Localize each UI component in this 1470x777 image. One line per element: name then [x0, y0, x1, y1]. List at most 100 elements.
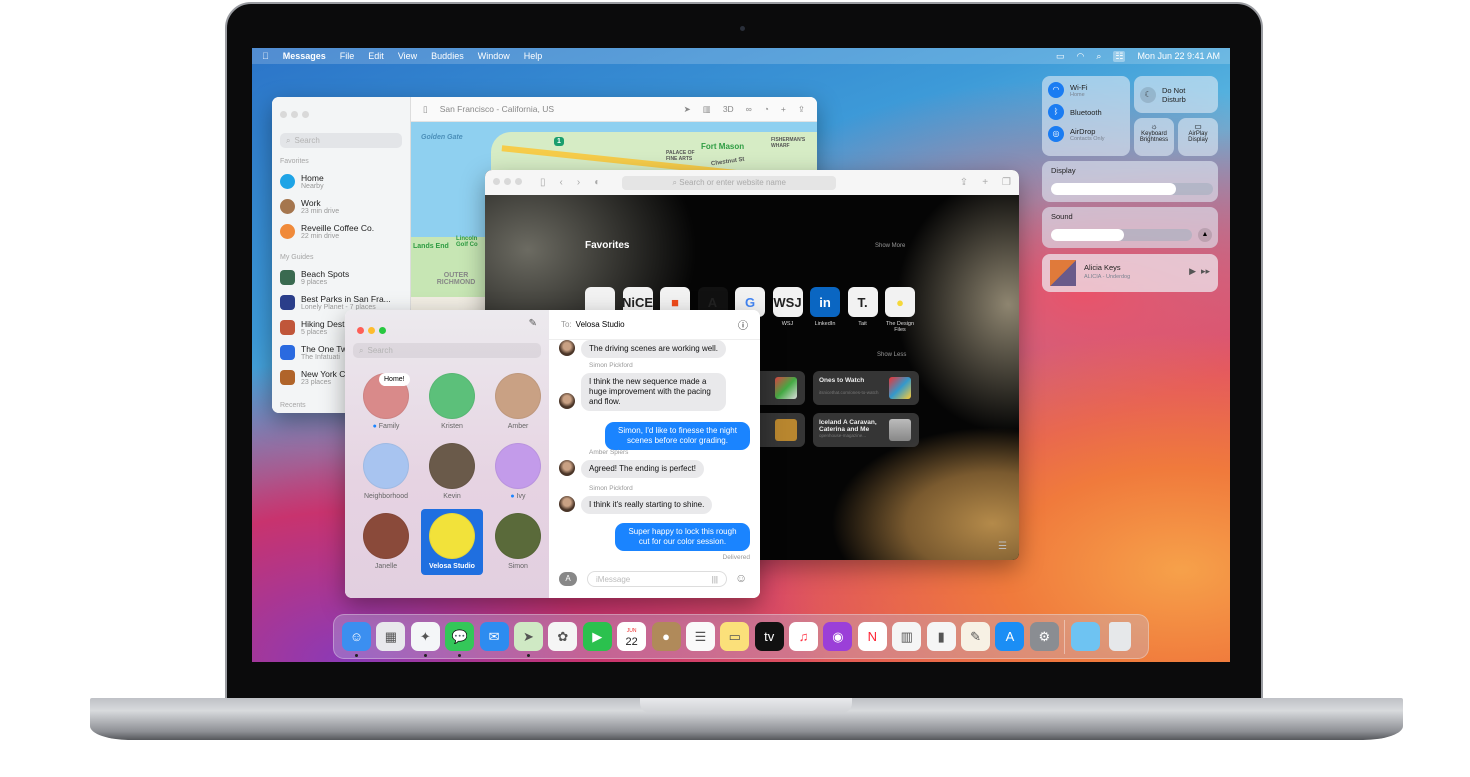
menu-clock[interactable]: Mon Jun 22 9:41 AM [1137, 51, 1220, 61]
pinned-conversation[interactable]: Kristen [421, 369, 483, 435]
zoom-button[interactable] [302, 111, 309, 118]
airdrop-toggle[interactable]: ◎ AirDrop Contacts Only [1048, 126, 1124, 142]
menu-buddies[interactable]: Buddies [431, 51, 464, 61]
tracking-icon[interactable]: ◔ [764, 104, 769, 114]
show-less-button[interactable]: Show Less [877, 352, 906, 358]
menu-view[interactable]: View [398, 51, 417, 61]
privacy-report-icon[interactable]: ◐ [594, 177, 600, 188]
share-icon[interactable]: ⇪ [798, 104, 805, 115]
dock-mail[interactable]: ✉ [479, 622, 509, 651]
messages-search-input[interactable]: ⌕ Search [353, 343, 541, 358]
zoom-button[interactable] [515, 178, 522, 185]
minimize-button[interactable] [291, 111, 298, 118]
dock-app-store[interactable]: A [995, 622, 1025, 651]
dock-safari[interactable]: ✦ [410, 622, 440, 657]
favorite-site[interactable]: ● The Design Files [885, 287, 915, 333]
airplay-display-button[interactable]: ▭ AirPlay Display [1178, 118, 1218, 156]
favorite-place[interactable]: Reveille Coffee Co. 22 min drive [280, 219, 402, 244]
pinned-conversation[interactable]: Velosa Studio [421, 509, 483, 575]
message-bubble-incoming[interactable]: Agreed! The ending is perfect! [581, 460, 705, 478]
audio-message-icon[interactable]: ||| [712, 575, 718, 584]
pinned-conversation[interactable]: Amber [487, 369, 549, 435]
dock-pages[interactable]: ✎ [961, 622, 991, 651]
show-more-button[interactable]: Show More [875, 243, 905, 249]
favorite-place[interactable]: Home Nearby [280, 169, 402, 194]
dock-tv[interactable]: tv [754, 622, 784, 651]
share-icon[interactable]: ⇪ [960, 177, 968, 188]
dock-photos[interactable]: ✿ [548, 622, 578, 651]
message-bubble-outgoing[interactable]: Simon, I'd like to finesse the night sce… [605, 422, 750, 450]
pinned-conversation[interactable]: ● Ivy [487, 439, 549, 505]
display-brightness-slider[interactable] [1051, 183, 1213, 195]
dock-calendar[interactable]: JUN 22 [617, 622, 647, 651]
message-bubble-incoming[interactable]: I think the new sequence made a huge imp… [581, 373, 726, 411]
dock-news[interactable]: N [857, 622, 887, 651]
volume-slider[interactable] [1051, 229, 1192, 241]
wifi-icon[interactable]: ◠ [1076, 51, 1084, 62]
dock-launchpad[interactable]: ▦ [376, 622, 406, 651]
imessage-input[interactable]: iMessage ||| [587, 571, 727, 587]
menu-file[interactable]: File [340, 51, 355, 61]
control-center-icon[interactable]: ☷ [1113, 50, 1126, 62]
dock-notes[interactable]: ▭ [720, 622, 750, 651]
pinned-conversation[interactable]: Kevin [421, 439, 483, 505]
minimize-button[interactable] [504, 178, 511, 185]
add-icon[interactable]: + [781, 104, 786, 114]
forward-icon[interactable]: › [577, 177, 580, 188]
menu-help[interactable]: Help [524, 51, 543, 61]
info-icon[interactable]: ⓘ [738, 317, 748, 332]
tab-overview-icon[interactable]: ❐ [1002, 177, 1011, 188]
favorite-site[interactable]: T. Tait [847, 287, 878, 327]
look-around-icon[interactable]: ∞ [746, 104, 752, 114]
dock-trash[interactable] [1108, 622, 1131, 651]
dock-reminders[interactable]: ☰ [685, 622, 715, 651]
close-button[interactable] [280, 111, 287, 118]
favorite-place[interactable]: Work 23 min drive [280, 194, 402, 219]
skip-forward-icon[interactable]: ▸▸ [1201, 266, 1210, 277]
sidebar-toggle-icon[interactable]: ▯ [423, 104, 428, 115]
pinned-conversation[interactable]: ● Family Home! [355, 369, 417, 435]
reading-list-card[interactable]: Iceland A Caravan, Caterina and Me openho… [813, 413, 919, 447]
address-bar[interactable]: ⌕ Search or enter website name [622, 175, 837, 190]
customize-icon[interactable]: ☰ [998, 541, 1007, 552]
maps-search-input[interactable]: ⌕ Search [280, 133, 402, 148]
keyboard-brightness-button[interactable]: ☼ Keyboard Brightness [1134, 118, 1174, 156]
dock-messages[interactable]: 💬 [445, 622, 475, 657]
bluetooth-toggle[interactable]: ᛒ Bluetooth [1048, 104, 1124, 120]
compose-icon[interactable]: ✎ [529, 318, 537, 329]
guide-item[interactable]: Beach Spots 9 places [280, 265, 402, 290]
play-icon[interactable]: ▶ [1189, 266, 1196, 277]
dock-music[interactable]: ♫ [789, 622, 819, 651]
dock-numbers[interactable]: ▮ [926, 622, 956, 651]
dock-maps[interactable]: ➤ [513, 622, 543, 657]
airplay-audio-icon[interactable]: ▲ [1198, 228, 1212, 242]
back-icon[interactable]: ‹ [560, 177, 563, 188]
dock-contacts[interactable]: ● [651, 622, 681, 651]
dock-podcasts[interactable]: ◉ [823, 622, 853, 651]
emoji-icon[interactable]: ☺ [735, 571, 747, 585]
app-store-apps-button[interactable]: A [559, 572, 577, 586]
sidebar-toggle-icon[interactable]: ▯ [540, 177, 546, 188]
battery-icon[interactable]: ▭ [1056, 51, 1065, 62]
pinned-conversation[interactable]: Simon [487, 509, 549, 575]
message-bubble-outgoing[interactable]: Super happy to lock this rough cut for o… [615, 523, 750, 551]
dock-keynote[interactable]: ▥ [892, 622, 922, 651]
spotlight-search-icon[interactable]: ⌕ [1096, 51, 1101, 62]
do-not-disturb-toggle[interactable]: ☾ Do Not Disturb [1134, 76, 1218, 113]
favorite-site[interactable]: WSJ WSJ [772, 287, 803, 327]
menu-window[interactable]: Window [478, 51, 510, 61]
dock-system-preferences[interactable]: ⚙ [1029, 622, 1059, 651]
dock-downloads-folder[interactable] [1070, 622, 1100, 651]
new-tab-icon[interactable]: + [982, 177, 988, 188]
pinned-conversation[interactable]: Neighborhood [355, 439, 417, 505]
message-bubble-incoming[interactable]: I think it's really starting to shine. [581, 496, 713, 514]
minimize-button[interactable] [368, 327, 375, 334]
location-arrow-icon[interactable]: ➤ [684, 104, 691, 115]
pinned-conversation[interactable]: Janelle [355, 509, 417, 575]
dock-facetime[interactable]: ▶ [582, 622, 612, 651]
zoom-button[interactable] [379, 327, 386, 334]
close-button[interactable] [493, 178, 500, 185]
menu-edit[interactable]: Edit [368, 51, 384, 61]
close-button[interactable] [357, 327, 364, 334]
message-bubble-incoming[interactable]: The driving scenes are working well. [581, 340, 726, 358]
